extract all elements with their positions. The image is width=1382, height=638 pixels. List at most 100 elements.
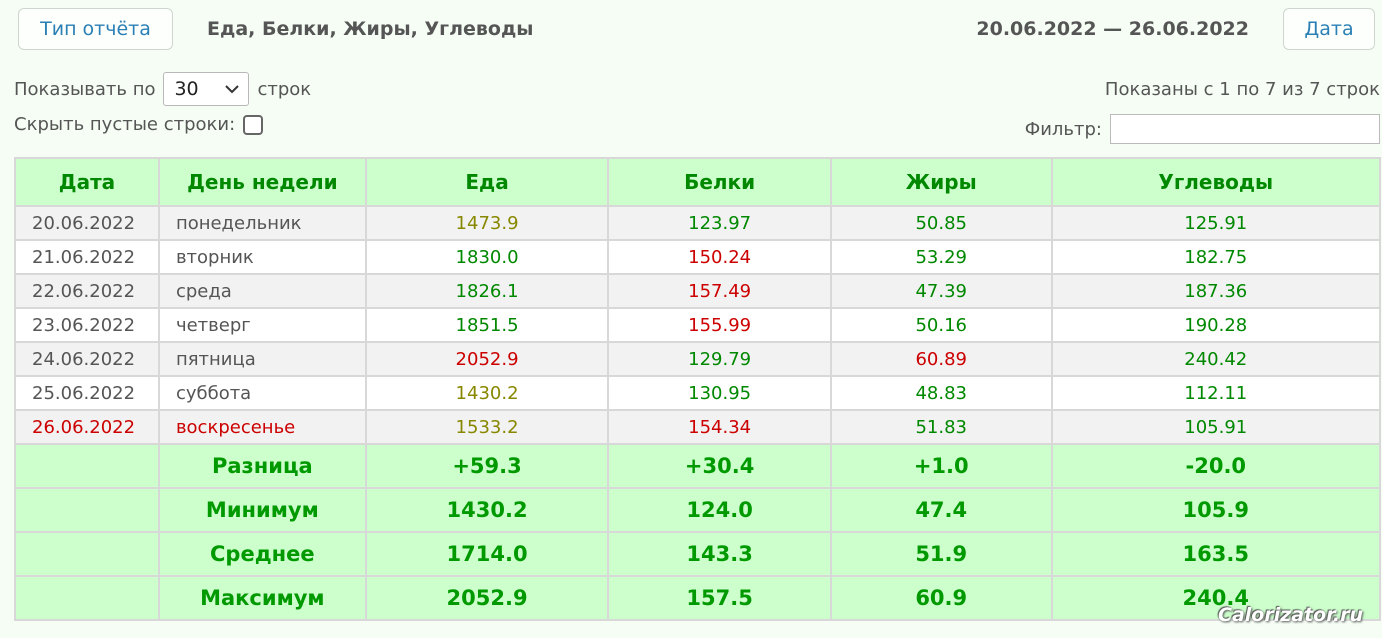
summary-row-minimum: Минимум 1430.2 124.0 47.4 105.9 — [14, 487, 1382, 533]
summary-protein: 143.3 — [607, 531, 832, 577]
protein-cell: 157.49 — [607, 273, 832, 309]
summary-fat: 47.4 — [829, 487, 1053, 533]
filter-label: Фильтр: — [1024, 118, 1102, 140]
date-cell: 23.06.2022 — [14, 307, 160, 343]
fat-cell: 53.29 — [829, 239, 1053, 275]
weekday-cell: понедельник — [157, 205, 367, 241]
summary-row-average: Среднее 1714.0 143.3 51.9 163.5 — [14, 531, 1382, 577]
summary-fat: 60.9 — [829, 575, 1053, 621]
food-cell: 1830.0 — [364, 239, 610, 275]
filter-input[interactable] — [1110, 114, 1380, 144]
rows-per-page-control: Показывать по 30 строк — [14, 72, 311, 106]
fat-cell: 50.85 — [829, 205, 1053, 241]
carbs-cell: 240.42 — [1050, 341, 1382, 377]
summary-fat: 51.9 — [829, 531, 1053, 577]
summary-fat: +1.0 — [829, 443, 1053, 489]
protein-cell: 155.99 — [607, 307, 832, 343]
food-cell: 1430.2 — [364, 375, 610, 411]
column-header-food[interactable]: Еда — [364, 157, 610, 207]
column-header-carbs[interactable]: Углеводы — [1050, 157, 1382, 207]
food-cell: 1851.5 — [364, 307, 610, 343]
summary-food: 1714.0 — [364, 531, 610, 577]
report-title: Еда, Белки, Жиры, Углеводы — [207, 18, 534, 40]
rows-suffix: строк — [257, 78, 312, 100]
protein-cell: 150.24 — [607, 239, 832, 275]
protein-cell: 129.79 — [607, 341, 832, 377]
column-header-fat[interactable]: Жиры — [829, 157, 1053, 207]
show-label: Показывать по — [14, 78, 156, 100]
date-range: 20.06.2022 — 26.06.2022 — [976, 18, 1249, 40]
hide-empty-rows: Скрыть пустые строки: — [14, 114, 264, 135]
protein-cell: 130.95 — [607, 375, 832, 411]
summary-row-difference: Разница +59.3 +30.4 +1.0 -20.0 — [14, 443, 1382, 489]
date-cell: 21.06.2022 — [14, 239, 160, 275]
fat-cell: 47.39 — [829, 273, 1053, 309]
table-row: 24.06.2022 пятница 2052.9 129.79 60.89 2… — [14, 341, 1382, 377]
food-cell: 1826.1 — [364, 273, 610, 309]
filter: Фильтр: — [1025, 114, 1380, 144]
carbs-cell: 182.75 — [1050, 239, 1382, 275]
weekday-cell: воскресенье — [157, 409, 367, 445]
carbs-cell: 125.91 — [1050, 205, 1382, 241]
watermark: Calorizator.ru — [1218, 604, 1364, 626]
report-type-button[interactable]: Тип отчёта — [18, 8, 173, 50]
column-header-protein[interactable]: Белки — [607, 157, 832, 207]
weekday-cell: четверг — [157, 307, 367, 343]
column-header-weekday[interactable]: День недели — [157, 157, 367, 207]
weekday-cell: среда — [157, 273, 367, 309]
table-row: 22.06.2022 среда 1826.1 157.49 47.39 187… — [14, 273, 1382, 309]
carbs-cell: 190.28 — [1050, 307, 1382, 343]
date-cell: 20.06.2022 — [14, 205, 160, 241]
table-row: 26.06.2022 воскресенье 1533.2 154.34 51.… — [14, 409, 1382, 445]
summary-label: Максимум — [157, 575, 367, 621]
summary-empty-cell — [14, 531, 160, 577]
summary-food: 1430.2 — [364, 487, 610, 533]
table-row: 23.06.2022 четверг 1851.5 155.99 50.16 1… — [14, 307, 1382, 343]
protein-cell: 123.97 — [607, 205, 832, 241]
date-cell: 24.06.2022 — [14, 341, 160, 377]
hide-empty-checkbox[interactable] — [243, 114, 264, 135]
carbs-cell: 105.91 — [1050, 409, 1382, 445]
summary-label: Среднее — [157, 531, 367, 577]
carbs-cell: 112.11 — [1050, 375, 1382, 411]
summary-protein: 157.5 — [607, 575, 832, 621]
summary-empty-cell — [14, 487, 160, 533]
summary-carbs: 105.9 — [1050, 487, 1382, 533]
summary-row-maximum: Максимум 2052.9 157.5 60.9 240.4 — [14, 575, 1382, 621]
summary-empty-cell — [14, 443, 160, 489]
summary-carbs: -20.0 — [1050, 443, 1382, 489]
food-cell: 2052.9 — [364, 341, 610, 377]
table-row: 20.06.2022 понедельник 1473.9 123.97 50.… — [14, 205, 1382, 241]
summary-food: 2052.9 — [364, 575, 610, 621]
fat-cell: 51.83 — [829, 409, 1053, 445]
summary-empty-cell — [14, 575, 160, 621]
fat-cell: 50.16 — [829, 307, 1053, 343]
column-header-date[interactable]: Дата — [14, 157, 160, 207]
carbs-cell: 187.36 — [1050, 273, 1382, 309]
date-cell: 22.06.2022 — [14, 273, 160, 309]
food-cell: 1533.2 — [364, 409, 610, 445]
fat-cell: 48.83 — [829, 375, 1053, 411]
table-header-row: Дата День недели Еда Белки Жиры Углеводы — [14, 157, 1382, 207]
summary-label: Минимум — [157, 487, 367, 533]
weekday-cell: вторник — [157, 239, 367, 275]
table-row: 21.06.2022 вторник 1830.0 150.24 53.29 1… — [14, 239, 1382, 275]
summary-food: +59.3 — [364, 443, 610, 489]
rows-per-page-select[interactable]: 30 — [163, 72, 250, 106]
summary-label: Разница — [157, 443, 367, 489]
summary-protein: +30.4 — [607, 443, 832, 489]
date-cell: 25.06.2022 — [14, 375, 160, 411]
hide-empty-label: Скрыть пустые строки: — [14, 114, 236, 135]
weekday-cell: суббота — [157, 375, 367, 411]
summary-carbs: 163.5 — [1050, 531, 1382, 577]
rows-per-page-value: 30 — [174, 78, 199, 100]
table-row: 25.06.2022 суббота 1430.2 130.95 48.83 1… — [14, 375, 1382, 411]
weekday-cell: пятница — [157, 341, 367, 377]
summary-protein: 124.0 — [607, 487, 832, 533]
date-button[interactable]: Дата — [1283, 8, 1375, 50]
fat-cell: 60.89 — [829, 341, 1053, 377]
chevron-down-icon — [225, 85, 240, 94]
protein-cell: 154.34 — [607, 409, 832, 445]
date-cell: 26.06.2022 — [14, 409, 160, 445]
food-cell: 1473.9 — [364, 205, 610, 241]
